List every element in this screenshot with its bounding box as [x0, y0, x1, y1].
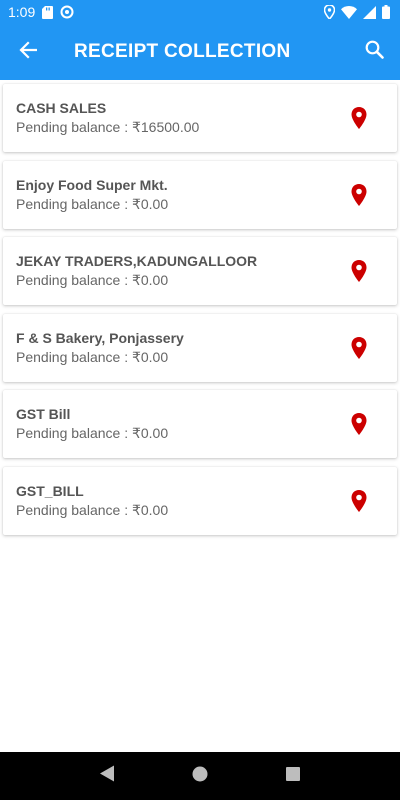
pending-balance: Pending balance : ₹16500.00: [16, 119, 200, 135]
map-pin-icon[interactable]: [351, 107, 367, 129]
arrow-left-icon: [19, 40, 38, 64]
customer-card[interactable]: GST Bill Pending balance : ₹0.00: [3, 390, 397, 458]
sd-card-icon: [42, 5, 54, 19]
nav-home-button[interactable]: [180, 756, 220, 796]
map-pin-icon[interactable]: [351, 489, 367, 512]
customer-card[interactable]: F & S Bakery, Ponjassery Pending balance…: [3, 313, 397, 382]
customer-name: F & S Bakery, Ponjassery: [16, 329, 184, 346]
customer-card[interactable]: JEKAY TRADERS,KADUNGALLOOR Pending balan…: [3, 237, 397, 305]
search-button[interactable]: [348, 24, 400, 80]
wifi-icon: [341, 5, 357, 19]
pending-balance: Pending balance : ₹0.00: [16, 501, 169, 518]
map-pin-icon[interactable]: [351, 336, 367, 359]
customer-card[interactable]: CASH SALES Pending balance : ₹16500.00: [3, 84, 397, 152]
status-time: 1:09: [8, 4, 36, 20]
battery-icon: [382, 5, 390, 19]
customer-name: JEKAY TRADERS,KADUNGALLOOR: [16, 253, 258, 269]
home-circle-icon: [192, 766, 208, 787]
sync-icon: [60, 5, 74, 19]
location-icon: [324, 5, 335, 19]
customer-list: CASH SALES Pending balance : ₹16500.00 E…: [3, 84, 397, 543]
customer-name: Enjoy Food Super Mkt.: [16, 176, 168, 193]
customer-card[interactable]: GST_BILL Pending balance : ₹0.00: [3, 466, 397, 535]
customer-name: GST Bill: [16, 406, 71, 422]
signal-icon: [363, 5, 376, 19]
map-pin-icon[interactable]: [351, 260, 367, 282]
status-bar: 1:09: [0, 0, 400, 24]
system-nav-bar: [0, 752, 400, 800]
back-button[interactable]: [0, 24, 56, 80]
customer-name: GST_BILL: [16, 482, 84, 499]
pending-balance: Pending balance : ₹0.00: [16, 348, 169, 365]
back-triangle-icon: [99, 765, 115, 787]
recents-square-icon: [286, 766, 301, 786]
status-left: 1:09: [8, 4, 74, 20]
map-pin-icon[interactable]: [351, 183, 367, 206]
pending-balance: Pending balance : ₹0.00: [16, 272, 169, 288]
search-icon: [365, 40, 384, 64]
pending-balance: Pending balance : ₹0.00: [16, 195, 169, 212]
page-title: RECEIPT COLLECTION: [74, 41, 291, 62]
receipt-collection-screen: 1:09 RECEIPT COLLECTION CASH SALES Pendi…: [0, 0, 400, 800]
customer-card[interactable]: Enjoy Food Super Mkt. Pending balance : …: [3, 160, 397, 229]
pending-balance: Pending balance : ₹0.00: [16, 425, 169, 441]
nav-recents-button[interactable]: [273, 756, 313, 796]
map-pin-icon[interactable]: [351, 413, 367, 435]
nav-back-button[interactable]: [87, 756, 127, 796]
customer-name: CASH SALES: [16, 100, 107, 116]
status-right: [324, 5, 390, 19]
app-bar: RECEIPT COLLECTION: [0, 24, 400, 80]
